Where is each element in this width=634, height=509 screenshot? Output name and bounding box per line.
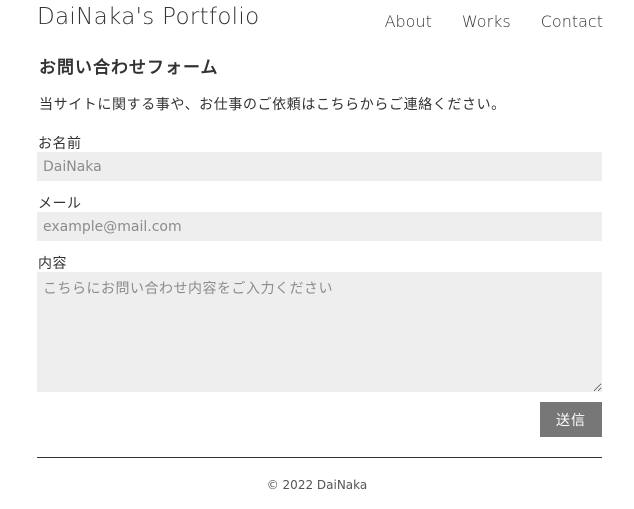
- email-label: メール: [38, 196, 82, 212]
- footer-divider: [37, 457, 602, 458]
- name-input[interactable]: [37, 152, 602, 181]
- nav-link-about[interactable]: About: [385, 12, 432, 31]
- page: DaiNaka's Portfolio About Works Contact …: [0, 0, 634, 509]
- name-label: お名前: [38, 136, 82, 152]
- form-title: お問い合わせフォーム: [39, 58, 219, 78]
- nav-link-works[interactable]: Works: [462, 12, 511, 31]
- email-input[interactable]: [37, 212, 602, 241]
- form-intro: 当サイトに関する事や、お仕事のご依頼はこちらからご連絡ください。: [39, 97, 506, 113]
- submit-button[interactable]: 送信: [540, 402, 602, 437]
- message-label: 内容: [38, 256, 67, 272]
- site-header: DaiNaka's Portfolio About Works Contact: [37, 0, 603, 42]
- nav-link-contact[interactable]: Contact: [541, 12, 603, 31]
- site-title[interactable]: DaiNaka's Portfolio: [37, 4, 259, 30]
- copyright-text: © 2022 DaiNaka: [266, 478, 368, 492]
- main-nav: About Works Contact: [385, 12, 603, 31]
- message-textarea[interactable]: [37, 272, 602, 392]
